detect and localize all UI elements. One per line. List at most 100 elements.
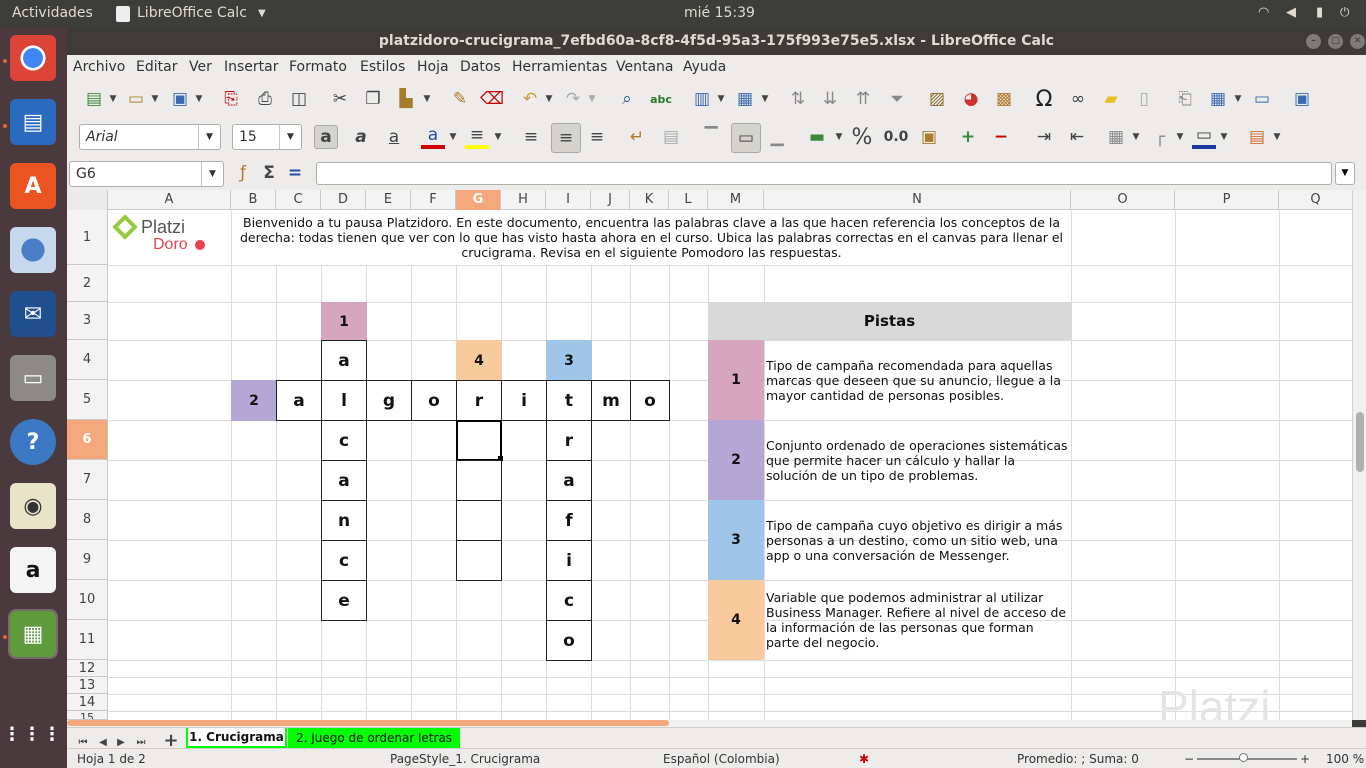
hyperlink-icon[interactable]: ∞ (1066, 87, 1090, 111)
spellcheck-icon[interactable]: abc (649, 87, 673, 111)
sheet-tab-ordenar[interactable]: 2. Juego de ordenar letras (288, 728, 460, 748)
menu-herramientas[interactable]: Herramientas (512, 59, 607, 75)
crossword-cell[interactable]: c (546, 580, 592, 621)
menu-ayuda[interactable]: Ayuda (683, 59, 726, 75)
col-header-o[interactable]: O (1071, 190, 1175, 210)
vertical-scrollbar[interactable] (1352, 190, 1366, 720)
chevron-down-icon[interactable]: ▼ (1220, 125, 1228, 149)
select-all-corner[interactable] (67, 190, 108, 210)
row-icon[interactable]: ▥ (690, 87, 714, 111)
row-header[interactable]: 9 (67, 540, 107, 580)
help-icon[interactable]: ? (10, 419, 56, 465)
crossword-cell[interactable]: t (546, 380, 592, 421)
crossword-cell[interactable]: g (366, 380, 412, 421)
delete-decimal-icon[interactable]: − (989, 125, 1013, 149)
col-header-p[interactable]: P (1175, 190, 1279, 210)
clock[interactable]: mié 15:39 (684, 5, 755, 21)
percent-icon[interactable]: % (850, 125, 874, 150)
increase-indent-icon[interactable]: ⇥ (1032, 125, 1056, 149)
align-left-icon[interactable]: ≡ (519, 125, 543, 149)
chevron-down-icon[interactable]: ▼ (1132, 125, 1140, 149)
underline-icon[interactable]: a (382, 125, 406, 149)
col-header-i[interactable]: I (546, 190, 591, 210)
row-header[interactable]: 11 (67, 620, 107, 660)
crossword-cell[interactable]: a (276, 380, 322, 421)
conditional-format-icon[interactable]: ▤ (1245, 125, 1269, 149)
bold-icon[interactable]: a (314, 125, 338, 149)
crossword-cell[interactable] (456, 500, 502, 541)
clone-formatting-icon[interactable]: ✎ (448, 87, 472, 111)
zoom-level[interactable]: 100 % (1326, 752, 1364, 766)
sort-ascending-icon[interactable]: ⇈ (851, 87, 875, 111)
crossword-cell[interactable]: a (546, 460, 592, 501)
crossword-cell[interactable] (456, 540, 502, 581)
col-header-g[interactable]: G (456, 190, 501, 210)
align-bottom-icon[interactable]: ▁ (765, 125, 789, 149)
insert-image-icon[interactable]: ▨ (925, 87, 949, 111)
highlight-icon[interactable]: ≡ (465, 125, 489, 149)
cut-icon[interactable]: ✂ (328, 87, 352, 111)
menu-datos[interactable]: Datos (460, 59, 501, 75)
chevron-down-icon[interactable]: ▼ (109, 87, 117, 111)
number-format-icon[interactable]: 0.0 (882, 125, 910, 149)
comment-icon[interactable]: ▰ (1099, 87, 1123, 111)
align-top-icon[interactable]: ▔ (699, 125, 723, 149)
menu-formato[interactable]: Formato (289, 59, 347, 75)
split-window-icon[interactable]: ▭ (1250, 87, 1274, 111)
autofilter-icon[interactable]: ⏷ (885, 87, 909, 111)
paste-icon[interactable]: ▙ (394, 87, 418, 111)
menu-ver[interactable]: Ver (189, 59, 212, 75)
row-header[interactable]: 14 (67, 694, 107, 711)
header-footer-icon[interactable]: ▯ (1132, 87, 1156, 111)
zoom-thumb[interactable] (1239, 753, 1248, 762)
crossword-cell[interactable]: l (321, 380, 367, 421)
col-header-j[interactable]: J (591, 190, 630, 210)
chevron-down-icon[interactable]: ▼ (761, 87, 769, 111)
freeze-rows-icon[interactable]: ▦ (1206, 87, 1230, 111)
calc-icon[interactable]: ▦ (8, 609, 58, 659)
pivot-table-icon[interactable]: ▩ (992, 87, 1016, 111)
minimize-button[interactable]: – (1306, 34, 1321, 49)
row-header[interactable]: 4 (67, 340, 107, 380)
menu-archivo[interactable]: Archivo (73, 59, 125, 75)
col-header-a[interactable]: A (108, 190, 231, 210)
crossword-cell[interactable]: n (321, 500, 367, 541)
expand-formula-icon[interactable]: ▼ (1335, 162, 1355, 185)
new-document-icon[interactable]: ▤ (82, 87, 106, 111)
col-header-d[interactable]: D (321, 190, 366, 210)
chevron-down-icon[interactable]: ▼ (1234, 87, 1242, 111)
files-icon[interactable]: ▭ (10, 355, 56, 401)
row-header[interactable]: 6 (67, 420, 107, 460)
crossword-cell[interactable] (456, 460, 502, 501)
italic-icon[interactable]: a (349, 125, 373, 149)
decrease-indent-icon[interactable]: ⇤ (1065, 125, 1089, 149)
insert-chart-icon[interactable]: ◕ (959, 87, 983, 111)
align-right-icon[interactable]: ≡ (585, 125, 609, 149)
menu-insertar[interactable]: Insertar (224, 59, 279, 75)
menu-hoja[interactable]: Hoja (417, 59, 449, 75)
crossword-cell[interactable]: r (546, 420, 592, 461)
define-print-area-icon[interactable]: ⎗ (1173, 87, 1197, 111)
horizontal-scrollbar[interactable] (67, 720, 1352, 727)
row-header[interactable]: 13 (67, 677, 107, 694)
save-icon[interactable]: ▣ (168, 87, 192, 111)
crossword-cell[interactable]: i (501, 380, 547, 421)
show-apps-icon[interactable]: ⋮⋮⋮ (3, 711, 61, 757)
borders-icon[interactable]: ▦ (1104, 125, 1128, 149)
col-header-f[interactable]: F (411, 190, 456, 210)
find-replace-icon[interactable]: ⌕ (615, 87, 639, 111)
currency-icon[interactable]: ▬ (805, 125, 829, 149)
zoom-out-icon[interactable]: − (1184, 752, 1194, 766)
chevron-down-icon[interactable]: ▼ (588, 87, 596, 111)
crossword-cell[interactable]: c (321, 420, 367, 461)
font-name-box[interactable]: Arial ▼ (79, 124, 221, 150)
battery-icon[interactable]: ▮ (1316, 5, 1323, 20)
sum-icon[interactable]: Σ (257, 161, 281, 185)
row-header[interactable]: 2 (67, 265, 107, 302)
border-style-icon[interactable]: ┌ (1148, 125, 1172, 149)
print-icon[interactable]: ⎙ (253, 87, 277, 111)
language[interactable]: Español (Colombia) (663, 752, 780, 766)
copy-icon[interactable]: ❐ (361, 87, 385, 111)
open-icon[interactable]: ▭ (124, 87, 148, 111)
col-header-l[interactable]: L (669, 190, 708, 210)
